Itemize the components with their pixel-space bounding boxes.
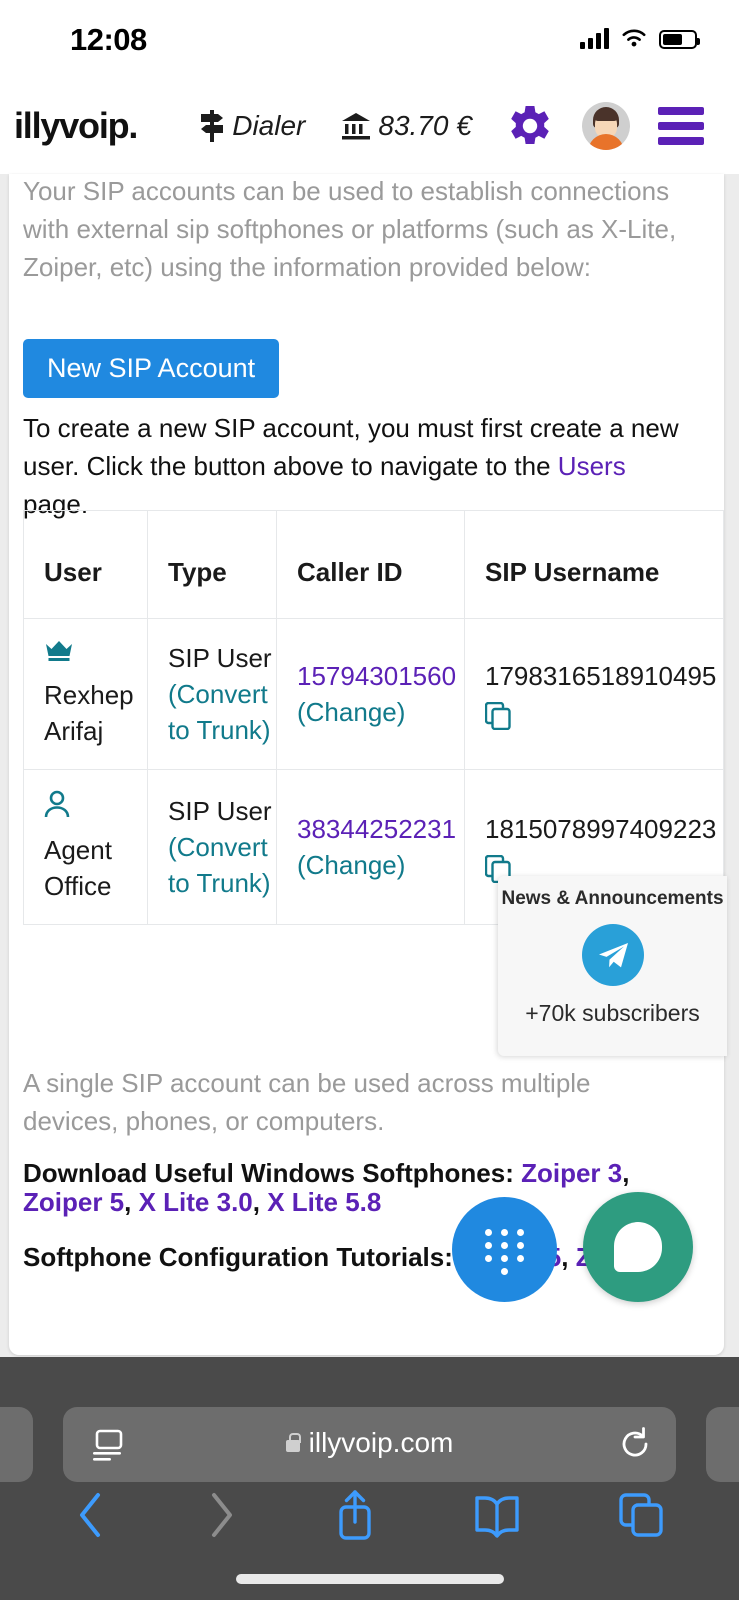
intro-paragraph: Your SIP accounts can be used to establi… xyxy=(23,174,683,286)
balance-amount: 83.70 € xyxy=(378,110,472,141)
url-text: illyvoip.com xyxy=(308,1427,454,1458)
cell-caller-id: 15794301560 (Change) xyxy=(276,618,465,770)
type-value: SIP User xyxy=(168,643,272,673)
home-indicator xyxy=(235,1574,504,1584)
tabs-icon[interactable] xyxy=(618,1492,664,1538)
share-icon[interactable] xyxy=(334,1488,376,1542)
reload-icon[interactable] xyxy=(618,1427,652,1461)
url-text-wrapper: illyvoip.com xyxy=(63,1427,676,1459)
column-header-user: User xyxy=(23,510,148,619)
change-caller-id-link[interactable]: (Change) xyxy=(297,850,405,880)
cell-type: SIP User (Convert to Trunk) xyxy=(147,618,277,770)
person-icon xyxy=(44,790,70,818)
telegram-icon[interactable] xyxy=(581,924,644,986)
popup-title: News & Announcements xyxy=(501,888,724,909)
single-account-note: A single SIP account can be used across … xyxy=(23,1068,591,1136)
cell-user: Agent Office xyxy=(23,769,148,925)
link-x-lite-58[interactable]: X Lite 5.8 xyxy=(267,1187,381,1217)
new-sip-account-button[interactable]: New SIP Account xyxy=(23,339,280,398)
sip-username-value: 1815078997409223 xyxy=(485,814,717,844)
link-zoiper-3[interactable]: Zoiper 3 xyxy=(521,1158,622,1188)
forward-chevron-icon[interactable] xyxy=(205,1489,237,1541)
convert-to-trunk-link[interactable]: (Convert to Trunk) xyxy=(168,679,271,745)
url-row: illyvoip.com xyxy=(0,1382,739,1482)
sip-accounts-table: User Type Caller ID SIP Username Rexhep … xyxy=(23,510,724,925)
user-name: Agent Office xyxy=(44,835,112,901)
cell-caller-id: 38344252231 (Change) xyxy=(276,769,465,925)
avatar-shirt xyxy=(587,134,624,150)
balance-nav-item[interactable]: 83.70 € xyxy=(341,110,472,142)
ios-status-bar: 12:08 xyxy=(0,0,739,78)
safari-bottom-bar: illyvoip.com xyxy=(0,1357,739,1600)
copy-icon[interactable] xyxy=(485,702,511,730)
users-link[interactable]: Users xyxy=(558,451,626,481)
dialpad-icon xyxy=(485,1229,527,1275)
app-header: illyvoip. Dialer 83.70 € xyxy=(0,78,739,174)
back-chevron-icon[interactable] xyxy=(75,1489,107,1541)
phone-screen: 12:08 illyvoip. Dialer 83.70 € Your SIP … xyxy=(0,0,739,1600)
status-bar-indicators xyxy=(580,28,700,49)
column-header-type: Type xyxy=(147,510,277,619)
popup-subscribers: +70k subscribers xyxy=(525,1000,700,1026)
chat-fab[interactable] xyxy=(583,1192,693,1302)
safari-toolbar xyxy=(0,1470,739,1560)
intro-line-2: with external sip softphones or platform… xyxy=(23,214,677,244)
cell-type: SIP User (Convert to Trunk) xyxy=(147,769,277,925)
change-caller-id-link[interactable]: (Change) xyxy=(297,697,405,727)
dialpad-fab[interactable] xyxy=(452,1197,557,1302)
cellular-signal-icon xyxy=(580,28,609,49)
column-header-sip-username: SIP Username xyxy=(464,510,724,619)
table-header-row: User Type Caller ID SIP Username xyxy=(23,510,724,619)
avatar-fringe xyxy=(593,110,618,121)
signpost-icon xyxy=(201,110,224,142)
bookmarks-icon[interactable] xyxy=(474,1492,520,1538)
sip-accounts-card: Your SIP accounts can be used to establi… xyxy=(9,174,724,1355)
dialer-nav-item[interactable]: Dialer xyxy=(199,109,305,143)
cell-sip-username: 1798316518910495 xyxy=(464,618,724,770)
type-value: SIP User xyxy=(168,796,272,826)
avatar[interactable] xyxy=(581,102,630,150)
hamburger-menu-icon[interactable] xyxy=(657,107,704,145)
user-name: Rexhep Arifaj xyxy=(44,680,134,746)
gear-icon[interactable] xyxy=(508,104,552,148)
wifi-icon xyxy=(622,29,646,47)
battery-icon xyxy=(659,30,700,49)
tutorials-label: Softphone Configuration Tutorials: xyxy=(23,1242,453,1272)
status-bar-clock: 12:08 xyxy=(70,22,147,57)
table-row: Rexhep Arifaj SIP User (Convert to Trunk… xyxy=(23,618,724,770)
column-header-caller-id: Caller ID xyxy=(276,510,465,619)
intro-line-3: Zoiper, etc) using the information provi… xyxy=(23,252,591,282)
link-zoiper-5[interactable]: Zoiper 5 xyxy=(23,1187,124,1217)
bank-icon xyxy=(342,113,371,140)
sip-username-value: 1798316518910495 xyxy=(485,661,717,691)
crown-icon xyxy=(46,641,72,661)
cell-user: Rexhep Arifaj xyxy=(23,618,148,770)
caller-id-value[interactable]: 38344252231 xyxy=(297,814,456,844)
downloads-label: Download Useful Windows Softphones: xyxy=(23,1158,514,1188)
app-logo[interactable]: illyvoip. xyxy=(14,105,138,147)
chat-bubble-icon xyxy=(614,1222,662,1272)
dialer-label: Dialer xyxy=(232,110,306,141)
caller-id-value[interactable]: 15794301560 xyxy=(297,661,456,691)
downloads-line: Download Useful Windows Softphones: Zoip… xyxy=(23,1158,630,1217)
news-announcements-popup[interactable]: News & Announcements +70k subscribers xyxy=(498,876,727,1056)
convert-to-trunk-link[interactable]: (Convert to Trunk) xyxy=(168,832,271,898)
instruction-paragraph: To create a new SIP account, you must fi… xyxy=(23,409,688,523)
intro-line-1: Your SIP accounts can be used to establi… xyxy=(23,176,670,206)
lock-icon xyxy=(285,1433,301,1452)
link-x-lite-30[interactable]: X Lite 3.0 xyxy=(139,1187,253,1217)
